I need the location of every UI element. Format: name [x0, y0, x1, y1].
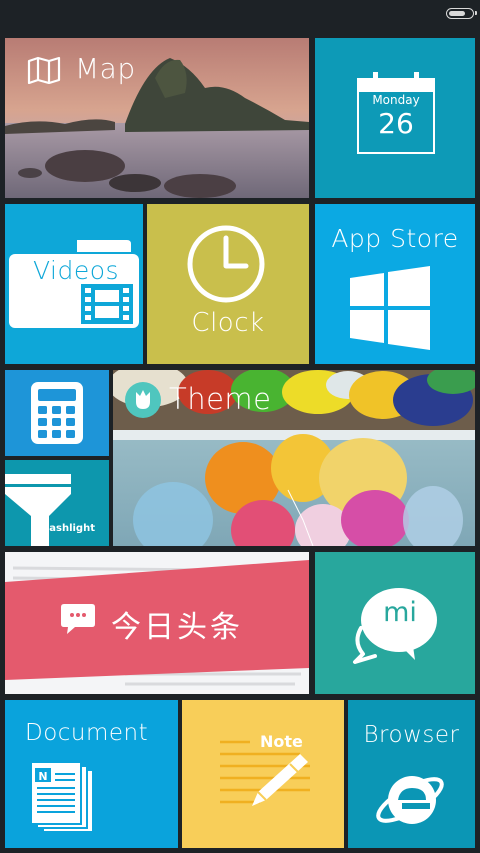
- calendar-day: 26: [378, 107, 414, 140]
- calendar-icon: Monday 26: [357, 72, 435, 154]
- note-tile[interactable]: Note: [182, 700, 344, 848]
- map-label: Map: [75, 52, 136, 85]
- theme-background-image: [113, 370, 475, 546]
- calendar-tile[interactable]: Monday 26: [315, 38, 475, 198]
- theme-label: Theme: [169, 382, 272, 416]
- windows-logo-icon: [350, 266, 430, 350]
- clock-icon: [187, 225, 265, 303]
- videos-label: Videos: [33, 256, 120, 285]
- chat-bubble-icon: [61, 604, 95, 634]
- status-bar: [0, 0, 480, 28]
- app-store-tile[interactable]: App Store: [315, 204, 475, 364]
- document-tile[interactable]: Document N: [5, 700, 178, 848]
- svg-text:N: N: [38, 770, 47, 783]
- document-label: Document: [25, 720, 149, 746]
- mi-tile[interactable]: mi: [315, 552, 475, 694]
- browser-tile[interactable]: Browser: [348, 700, 475, 848]
- flashlight-icon: [5, 474, 71, 546]
- internet-explorer-icon: [376, 776, 444, 824]
- clock-label: Clock: [191, 308, 265, 338]
- flashlight-label: Flashlight: [39, 523, 95, 534]
- browser-label: Browser: [363, 722, 460, 748]
- calendar-weekday: Monday: [372, 93, 420, 107]
- theme-tile[interactable]: Theme: [113, 370, 475, 546]
- map-icon: [27, 56, 61, 84]
- battery-icon: [446, 8, 477, 19]
- toutiao-tile[interactable]: 今日头条: [5, 552, 309, 694]
- tulip-icon: [125, 382, 161, 418]
- calculator-icon: [31, 382, 83, 444]
- mi-label: mi: [383, 597, 417, 628]
- calculator-tile[interactable]: [5, 370, 109, 456]
- videos-tile[interactable]: Videos: [5, 204, 143, 364]
- pen-icon: [252, 754, 308, 806]
- flashlight-tile[interactable]: Flashlight: [5, 460, 109, 546]
- clock-tile[interactable]: Clock: [147, 204, 309, 364]
- app-store-label: App Store: [331, 224, 459, 253]
- video-folder-icon: [9, 240, 139, 328]
- toutiao-label: 今日头条: [111, 610, 243, 645]
- map-tile[interactable]: Map: [5, 38, 309, 198]
- document-stack-icon: N: [30, 761, 94, 833]
